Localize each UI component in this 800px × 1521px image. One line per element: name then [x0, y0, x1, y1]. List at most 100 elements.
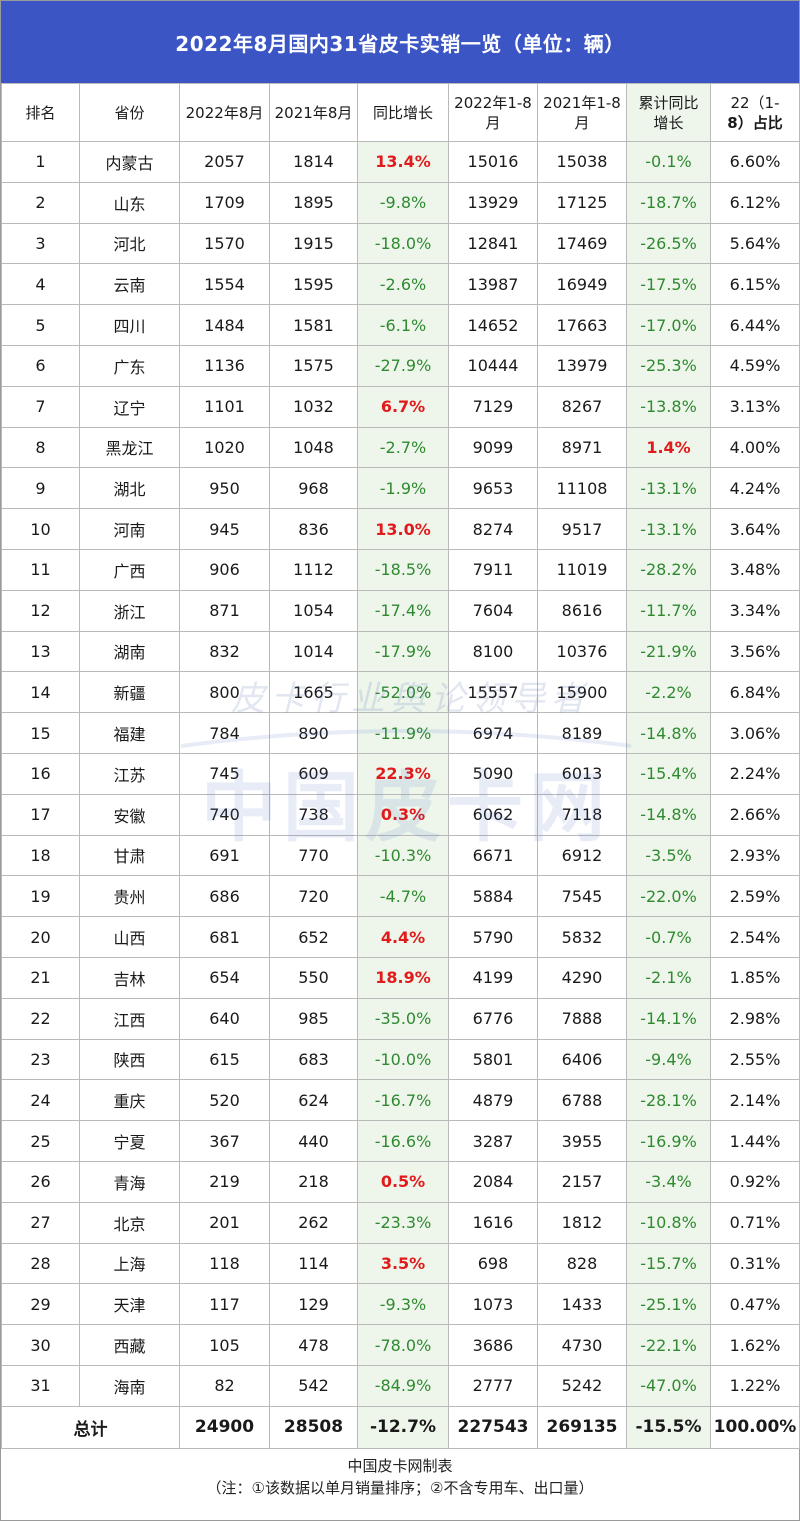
total-cumulative: -15.5% [626, 1405, 711, 1449]
cell-aug2021: 770 [269, 834, 358, 877]
cell-ytd2022: 6776 [448, 997, 538, 1040]
cell-cumulative: -3.5% [626, 834, 711, 877]
cell-yoy: 22.3% [357, 752, 449, 795]
cell-ytd2021: 7888 [537, 997, 627, 1040]
header-aug2021: 2021年8月 [269, 83, 358, 142]
cell-aug2022: 686 [179, 875, 270, 918]
cell-cumulative: 1.4% [626, 426, 711, 469]
total-aug2022: 24900 [179, 1405, 270, 1449]
header-aug2022: 2022年8月 [179, 83, 270, 142]
cell-cumulative: -18.7% [626, 181, 711, 224]
cell-rank: 3 [1, 222, 80, 265]
total-share: 100.00% [710, 1405, 800, 1449]
cell-province: 四川 [79, 304, 180, 346]
cell-rank: 19 [1, 875, 80, 918]
cell-aug2021: 218 [269, 1160, 358, 1203]
header-ytd2021-line2: 月 [574, 113, 590, 132]
cell-share: 6.44% [710, 304, 800, 346]
table-row: 19 贵州 686 720 -4.7% 5884 7545 -22.0% 2.59% [1, 875, 800, 918]
cell-ytd2022: 9653 [448, 467, 538, 510]
cell-cumulative: -47.0% [626, 1364, 711, 1407]
cell-share: 3.56% [710, 630, 800, 673]
cell-aug2022: 945 [179, 508, 270, 550]
cell-ytd2021: 6912 [537, 834, 627, 877]
cell-yoy: -23.3% [357, 1201, 449, 1244]
cell-aug2021: 1581 [269, 304, 358, 346]
total-ytd2022: 227543 [448, 1405, 538, 1449]
cell-province: 江苏 [79, 752, 180, 795]
cell-aug2022: 740 [179, 793, 270, 836]
cell-share: 3.48% [710, 548, 800, 591]
cell-ytd2021: 1433 [537, 1283, 627, 1326]
cell-rank: 28 [1, 1242, 80, 1285]
cell-share: 2.24% [710, 752, 800, 795]
cell-share: 2.59% [710, 875, 800, 918]
cell-yoy: -6.1% [357, 304, 449, 346]
cell-aug2021: 836 [269, 508, 358, 550]
cell-yoy: 0.3% [357, 793, 449, 836]
cell-aug2022: 82 [179, 1364, 270, 1407]
table-row: 22 江西 640 985 -35.0% 6776 7888 -14.1% 2.98% [1, 997, 800, 1040]
cell-ytd2021: 16949 [537, 263, 627, 306]
table-row: 23 陕西 615 683 -10.0% 5801 6406 -9.4% 2.55% [1, 1038, 800, 1081]
cell-share: 2.66% [710, 793, 800, 836]
cell-province: 海南 [79, 1364, 180, 1407]
table-row: 11 广西 906 1112 -18.5% 7911 11019 -28.2% 3.48% [1, 548, 800, 591]
cell-yoy: -17.4% [357, 589, 449, 632]
cell-ytd2022: 3287 [448, 1120, 538, 1162]
cell-cumulative: -25.1% [626, 1283, 711, 1326]
cell-share: 1.85% [710, 956, 800, 999]
cell-aug2022: 950 [179, 467, 270, 510]
table-row: 16 江苏 745 609 22.3% 5090 6013 -15.4% 2.24% [1, 752, 800, 795]
cell-rank: 31 [1, 1364, 80, 1407]
table-row: 13 湖南 832 1014 -17.9% 8100 10376 -21.9% 3.56% [1, 630, 800, 673]
cell-cumulative: -2.1% [626, 956, 711, 999]
cell-aug2022: 1554 [179, 263, 270, 306]
cell-aug2022: 1136 [179, 344, 270, 387]
cell-yoy: -10.0% [357, 1038, 449, 1081]
cell-rank: 27 [1, 1201, 80, 1244]
cell-rank: 4 [1, 263, 80, 306]
cell-ytd2021: 8189 [537, 712, 627, 754]
cell-province: 宁夏 [79, 1120, 180, 1162]
header-yoy: 同比增长 [357, 83, 449, 142]
cell-province: 贵州 [79, 875, 180, 918]
cell-aug2021: 738 [269, 793, 358, 836]
cell-ytd2021: 828 [537, 1242, 627, 1285]
cell-aug2021: 1814 [269, 141, 358, 183]
cell-share: 0.71% [710, 1201, 800, 1244]
cell-aug2021: 1048 [269, 426, 358, 469]
cell-yoy: -17.9% [357, 630, 449, 673]
cell-ytd2022: 10444 [448, 344, 538, 387]
cell-aug2022: 1020 [179, 426, 270, 469]
cell-aug2022: 784 [179, 712, 270, 754]
cell-ytd2022: 1073 [448, 1283, 538, 1326]
cell-rank: 7 [1, 385, 80, 428]
cell-aug2021: 683 [269, 1038, 358, 1081]
cell-rank: 21 [1, 956, 80, 999]
cell-cumulative: -16.9% [626, 1120, 711, 1162]
table-row: 4 云南 1554 1595 -2.6% 13987 16949 -17.5% 6.15% [1, 263, 800, 306]
cell-province: 安徽 [79, 793, 180, 836]
cell-rank: 2 [1, 181, 80, 224]
cell-rank: 20 [1, 916, 80, 958]
cell-ytd2022: 5884 [448, 875, 538, 918]
table-row: 1 内蒙古 2057 1814 13.4% 15016 15038 -0.1% 6.60% [1, 141, 800, 183]
cell-province: 河北 [79, 222, 180, 265]
cell-share: 1.62% [710, 1324, 800, 1366]
header-share: 22（1- 8）占比 [710, 83, 800, 142]
cell-ytd2021: 10376 [537, 630, 627, 673]
cell-cumulative: -21.9% [626, 630, 711, 673]
cell-ytd2021: 6013 [537, 752, 627, 795]
cell-ytd2022: 3686 [448, 1324, 538, 1366]
cell-province: 陕西 [79, 1038, 180, 1081]
cell-ytd2021: 13979 [537, 344, 627, 387]
table-row: 12 浙江 871 1054 -17.4% 7604 8616 -11.7% 3.34% [1, 589, 800, 632]
table-row: 17 安徽 740 738 0.3% 6062 7118 -14.8% 2.66% [1, 793, 800, 836]
cell-aug2022: 2057 [179, 141, 270, 183]
cell-aug2021: 262 [269, 1201, 358, 1244]
cell-yoy: 13.4% [357, 141, 449, 183]
header-cum-line1: 累计同比 [638, 93, 699, 112]
cell-aug2022: 800 [179, 671, 270, 714]
cell-ytd2021: 4730 [537, 1324, 627, 1366]
